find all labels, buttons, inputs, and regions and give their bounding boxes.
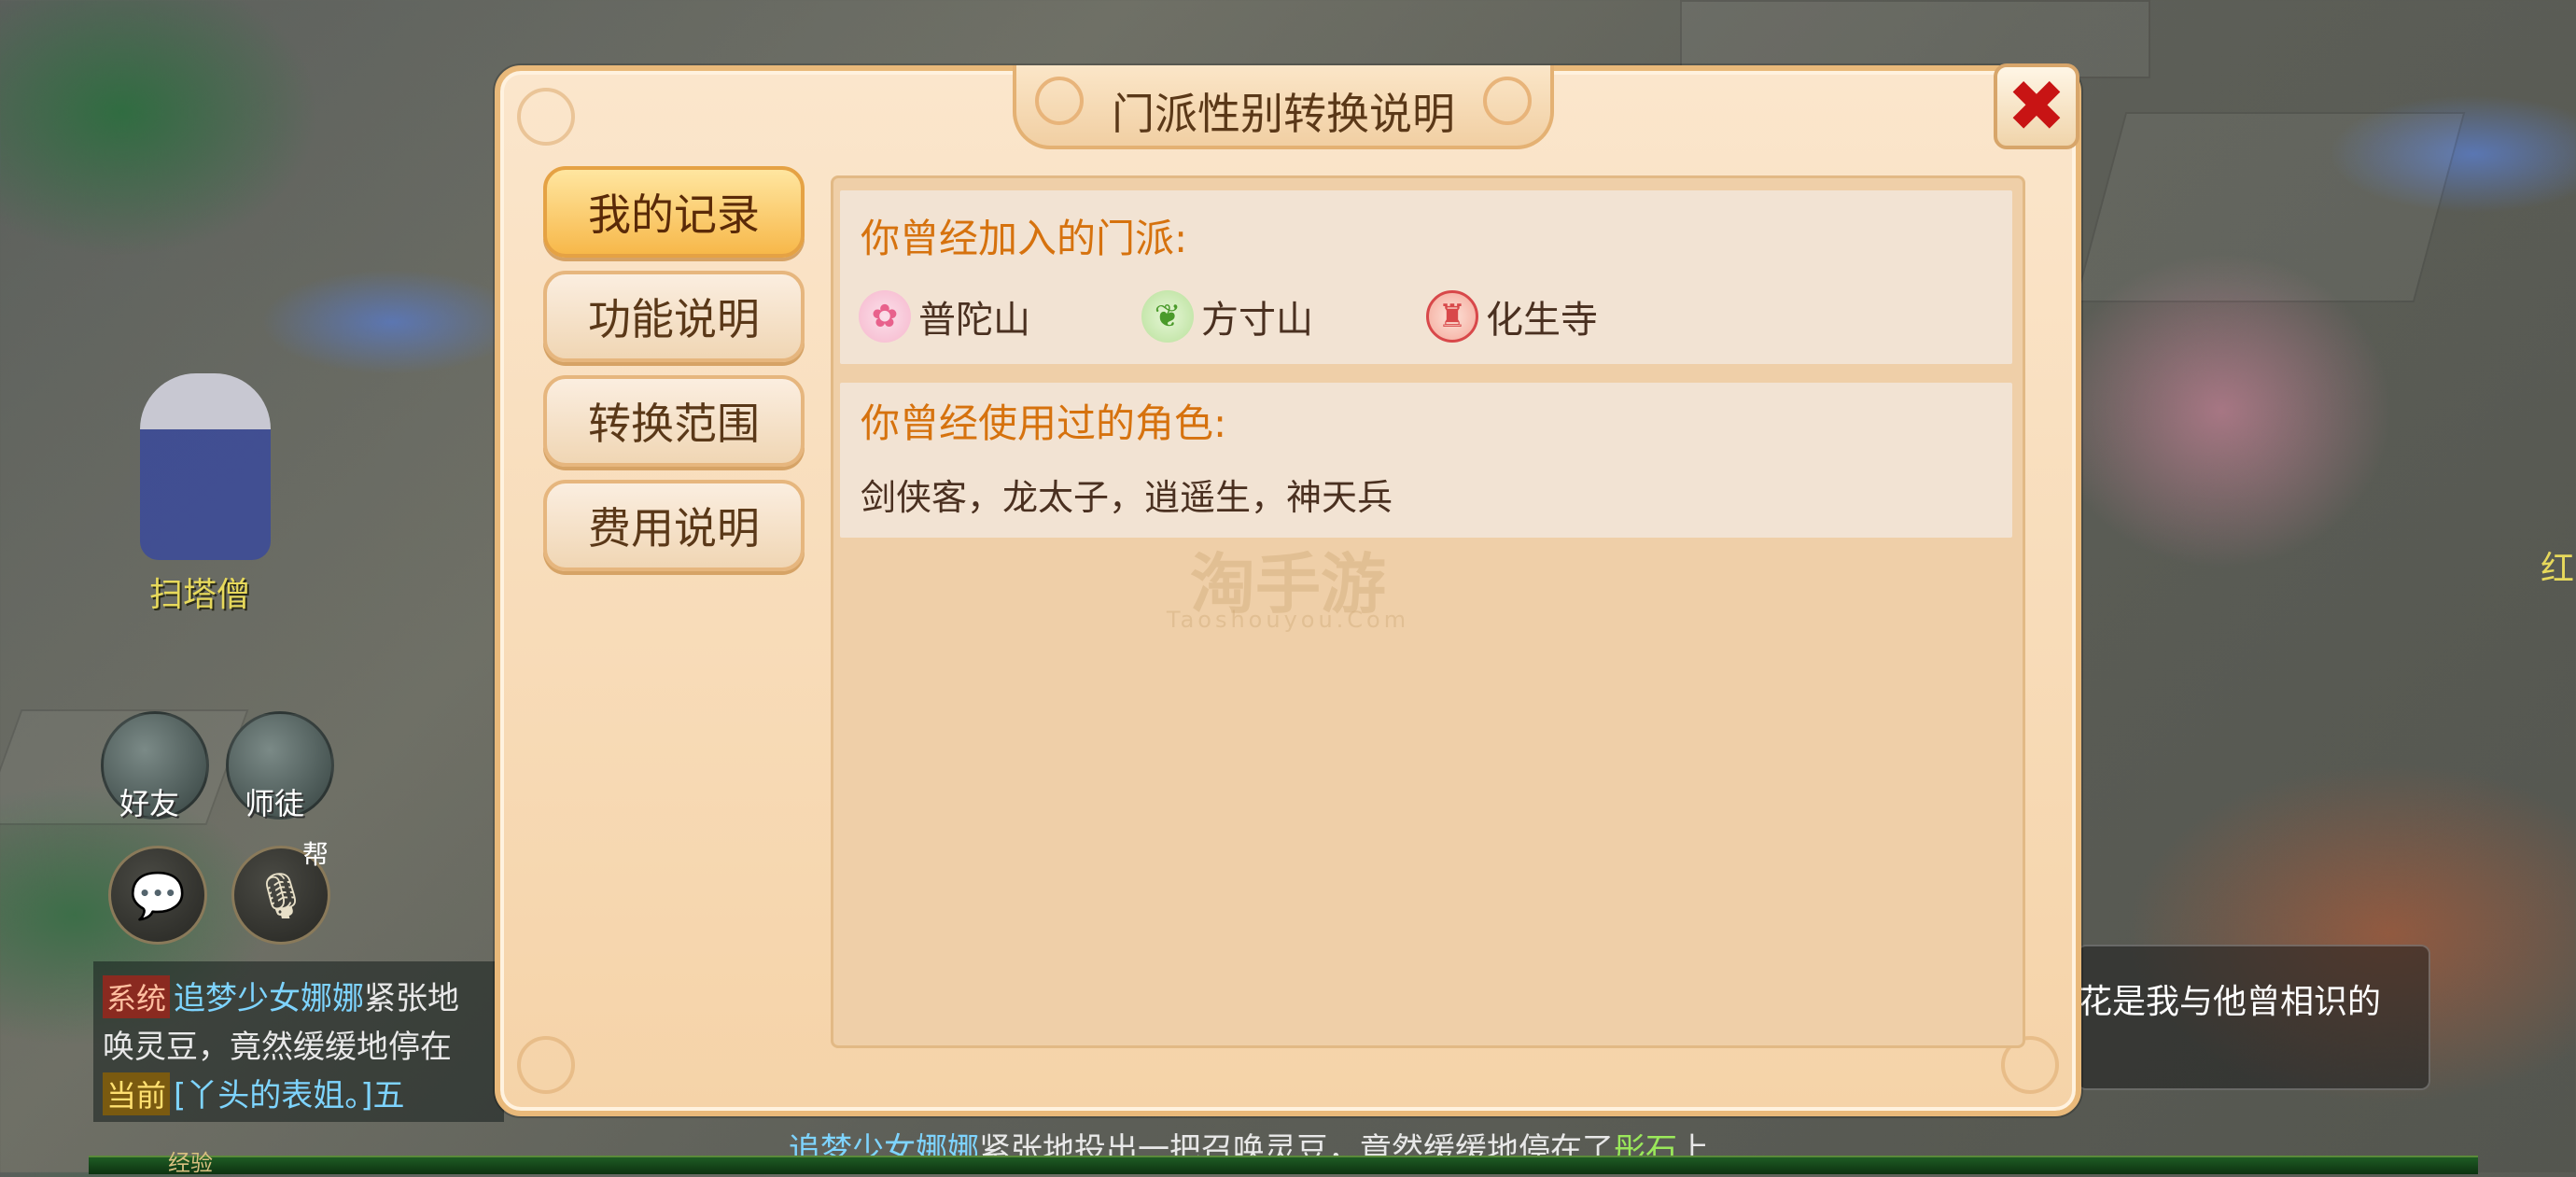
roles-list: 剑侠客，龙太子，逍遥生，神天兵 bbox=[861, 477, 1393, 518]
sect-item-huasheng: ♜ 化生寺 bbox=[1426, 289, 1598, 343]
chat-line-3: 当前 [丫头的表姐。]五 bbox=[103, 1070, 405, 1115]
npc-sprite[interactable] bbox=[140, 373, 271, 560]
guild-channel-badge: 帮 bbox=[302, 839, 329, 870]
sects-heading: 你曾经加入的门派: bbox=[861, 216, 1188, 261]
sect-item-fangcun: ❦ 方寸山 bbox=[1141, 289, 1313, 343]
sect-name: 化生寺 bbox=[1486, 299, 1598, 342]
npc-name-label-right: 红 bbox=[2541, 550, 2575, 588]
close-icon: ✖ bbox=[2007, 64, 2066, 147]
chat-line-1: 系统 追梦少女娜娜紧张地 bbox=[103, 973, 459, 1018]
microphone-icon: 🎙 bbox=[252, 869, 310, 922]
chat-bubble-icon: 💬 bbox=[130, 869, 186, 922]
npc-name-label: 扫塔僧 bbox=[149, 576, 251, 614]
npc-speech-bubble: 花是我与他曾相识的 bbox=[2077, 945, 2430, 1090]
master-apprentice-label: 师徒 bbox=[245, 786, 305, 821]
experience-bar bbox=[89, 1156, 2478, 1174]
sect-name: 方寸山 bbox=[1201, 299, 1313, 342]
tab-my-records[interactable]: 我的记录 bbox=[543, 166, 805, 258]
system-tag: 系统 bbox=[103, 975, 171, 1018]
sect-name: 普陀山 bbox=[918, 299, 1030, 342]
leaf-icon: ❦ bbox=[1141, 290, 1194, 343]
chat-text-link[interactable]: [丫头的表姐。]五 bbox=[174, 1077, 405, 1114]
lotus-icon: ✿ bbox=[859, 290, 911, 343]
tab-fee-description[interactable]: 费用说明 bbox=[543, 480, 805, 571]
chat-text: 紧张地 bbox=[364, 980, 460, 1017]
player-name-link[interactable]: 追梦少女娜娜 bbox=[174, 980, 364, 1017]
dialog-title: 门派性别转换说明 bbox=[1112, 89, 1455, 139]
tab-feature-description[interactable]: 功能说明 bbox=[543, 271, 805, 362]
ground-tile bbox=[2074, 112, 2466, 302]
close-button[interactable]: ✖ bbox=[1994, 63, 2079, 149]
corner-ornament bbox=[517, 88, 575, 146]
roles-heading: 你曾经使用过的角色: bbox=[861, 400, 1227, 446]
corner-ornament bbox=[517, 1036, 575, 1094]
watermark-domain: Taoshouyou.Com bbox=[1166, 607, 1410, 633]
chat-button[interactable]: 💬 bbox=[108, 846, 207, 945]
tab-conversion-scope[interactable]: 转换范围 bbox=[543, 375, 805, 467]
chat-line-2: 唤灵豆，竟然缓缓地停在 bbox=[103, 1029, 452, 1066]
current-channel-tag: 当前 bbox=[103, 1072, 171, 1115]
speech-text: 花是我与他曾相识的 bbox=[2079, 983, 2382, 1021]
sect-item-putuo: ✿ 普陀山 bbox=[859, 289, 1030, 343]
pagoda-icon: ♜ bbox=[1426, 290, 1478, 343]
friends-label: 好友 bbox=[119, 786, 180, 821]
